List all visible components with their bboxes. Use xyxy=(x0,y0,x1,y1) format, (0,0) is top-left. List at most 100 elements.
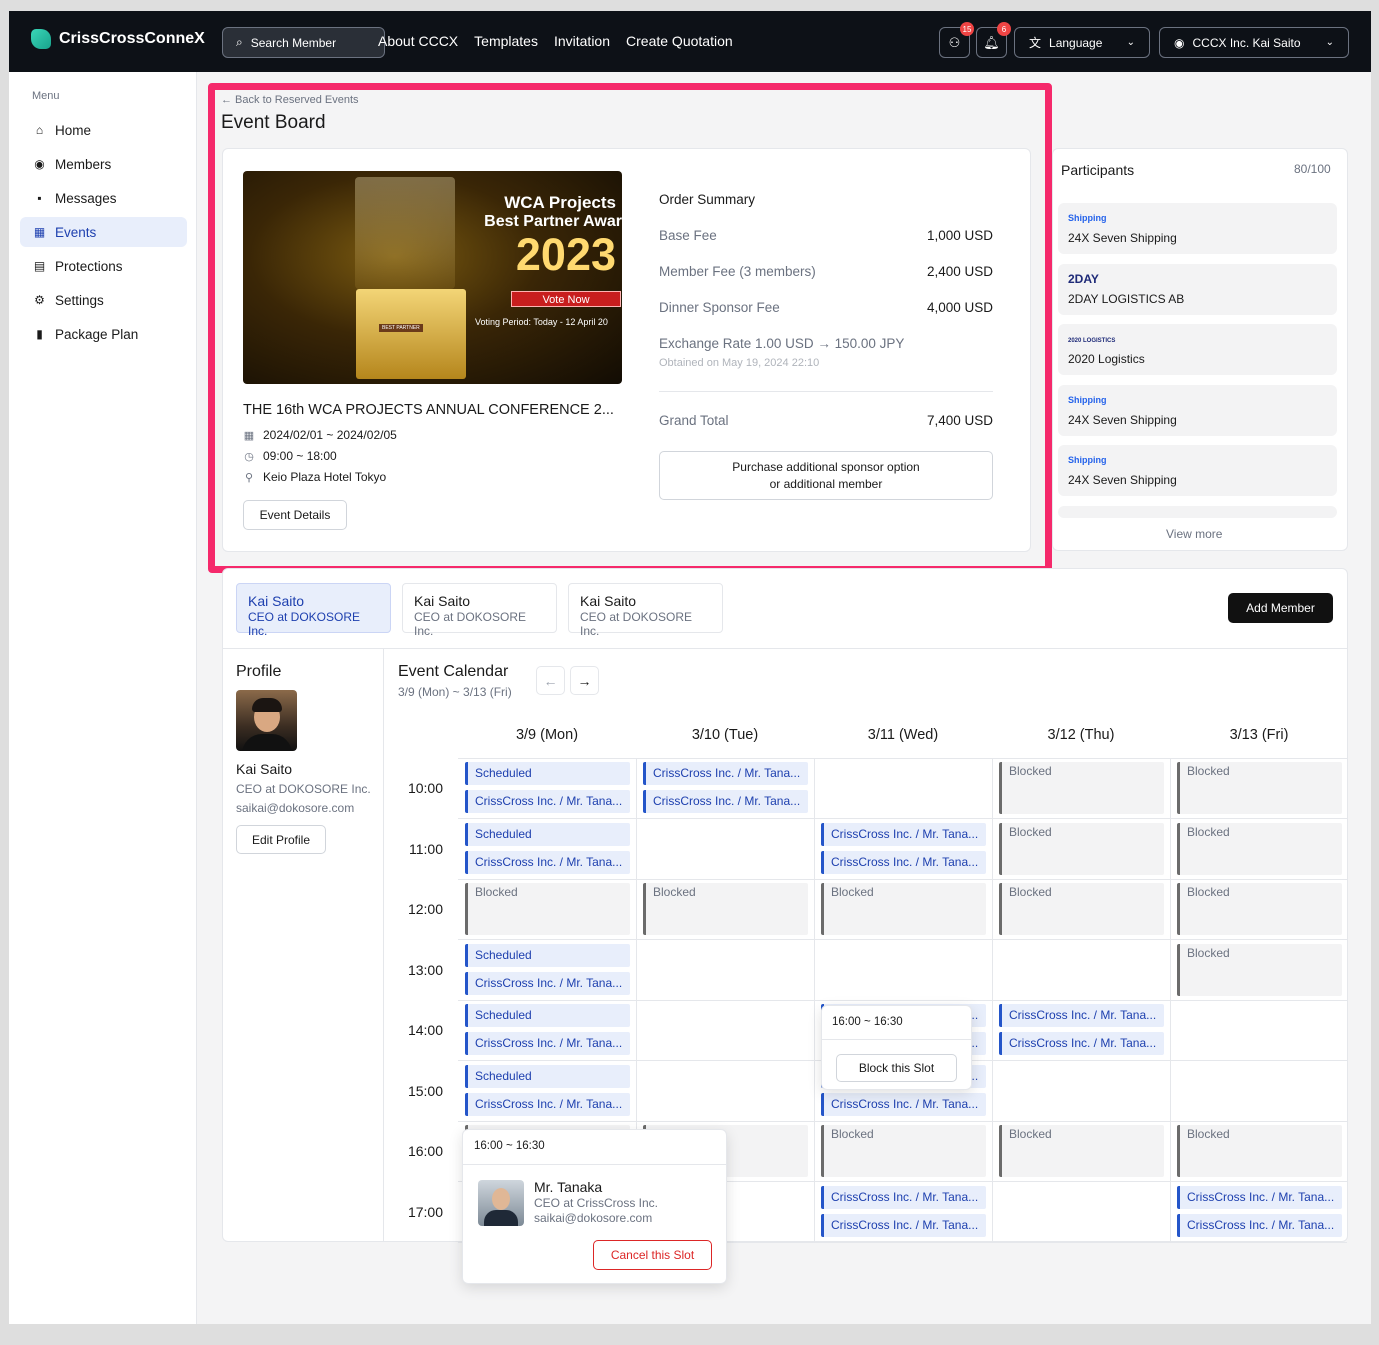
sidebar-item-members[interactable]: ◉ Members xyxy=(20,149,187,179)
participant-item[interactable]: 2020 LOGISTICS 2020 Logistics xyxy=(1058,324,1337,375)
language-label: Language xyxy=(1049,35,1103,50)
cancel-slot-button[interactable]: Cancel this Slot xyxy=(593,1240,712,1270)
booking-slot[interactable]: CrissCross Inc. / Mr. Tana... xyxy=(999,1004,1164,1027)
calendar-range: 3/9 (Mon) ~ 3/13 (Fri) xyxy=(398,685,512,699)
booking-slot[interactable]: CrissCross Inc. / Mr. Tana... xyxy=(1177,1214,1342,1237)
grid-line xyxy=(458,939,1347,940)
participant-logo: Shipping xyxy=(1068,455,1107,465)
member-tab[interactable]: Kai Saito CEO at DOKOSORE Inc. xyxy=(402,583,557,638)
translate-icon: 文 xyxy=(1029,36,1042,50)
bell-icon: 🔔︎ xyxy=(983,34,1000,50)
blocked-slot[interactable]: Blocked xyxy=(465,883,630,935)
account-dropdown[interactable]: ◉ CCCX Inc. Kai Saito ⌄ xyxy=(1159,27,1349,58)
brand-logo[interactable]: CrissCrossConneX xyxy=(31,29,205,49)
messages-icon: ▪ xyxy=(37,191,42,205)
scheduled-slot[interactable]: Scheduled xyxy=(465,944,630,967)
scheduled-slot[interactable]: Scheduled xyxy=(465,1065,630,1088)
blocked-slot[interactable]: Blocked xyxy=(821,1125,986,1177)
blocked-slot[interactable]: Blocked xyxy=(643,883,808,935)
brand-mark-icon xyxy=(31,29,51,49)
sidebar-item-events[interactable]: ▦ Events xyxy=(20,217,187,247)
booking-slot[interactable]: CrissCross Inc. / Mr. Tana... xyxy=(821,823,986,846)
participant-item[interactable]: Shipping 24X Seven Shipping xyxy=(1058,203,1337,254)
home-icon: ⌂ xyxy=(35,123,44,137)
contact-avatar-body xyxy=(484,1210,518,1226)
view-more-link[interactable]: View more xyxy=(1166,527,1222,541)
blocked-slot[interactable]: Blocked xyxy=(1177,944,1342,996)
sidebar-item-protections[interactable]: ▤ Protections xyxy=(20,251,187,281)
sidebar-item-label: Events xyxy=(55,224,97,240)
booking-slot[interactable]: CrissCross Inc. / Mr. Tana... xyxy=(821,1093,986,1116)
handshake-icon: ⚇ xyxy=(948,34,961,50)
block-slot-button[interactable]: Block this Slot xyxy=(836,1054,957,1082)
booking-slot[interactable]: CrissCross Inc. / Mr. Tana... xyxy=(465,1032,630,1055)
blocked-slot[interactable]: Blocked xyxy=(999,883,1164,935)
blocked-slot[interactable]: Blocked xyxy=(821,883,986,935)
participant-item[interactable]: Shipping 24X Seven Shipping xyxy=(1058,385,1337,436)
booking-slot[interactable]: CrissCross Inc. / Mr. Tana... xyxy=(821,851,986,874)
participant-item[interactable]: 2DAY 2DAY LOGISTICS AB xyxy=(1058,264,1337,315)
blocked-slot[interactable]: Blocked xyxy=(1177,1125,1342,1177)
language-dropdown[interactable]: 文 Language ⌄ xyxy=(1014,27,1150,58)
package-icon: ▮ xyxy=(36,327,43,341)
divider xyxy=(222,648,1348,649)
blocked-slot[interactable]: Blocked xyxy=(1177,823,1342,875)
notifications-button[interactable]: 🔔︎ 6 xyxy=(976,22,1011,58)
search-member-button[interactable]: ⌕ Search Member xyxy=(222,27,385,58)
booking-slot[interactable]: CrissCross Inc. / Mr. Tana... xyxy=(465,1093,630,1116)
blocked-slot[interactable]: Blocked xyxy=(999,1125,1164,1177)
booking-slot[interactable]: CrissCross Inc. / Mr. Tana... xyxy=(643,762,808,785)
popup-time: 16:00 ~ 16:30 xyxy=(832,1016,903,1028)
nav-templates[interactable]: Templates xyxy=(474,33,538,49)
next-week-button[interactable]: → xyxy=(570,666,599,695)
booking-slot[interactable]: CrissCross Inc. / Mr. Tana... xyxy=(821,1186,986,1209)
booking-slot[interactable]: CrissCross Inc. / Mr. Tana... xyxy=(643,790,808,813)
participant-item[interactable]: Shipping 24X Seven Shipping xyxy=(1058,445,1337,496)
time-label: 13:00 xyxy=(407,962,443,978)
booking-slot[interactable]: CrissCross Inc. / Mr. Tana... xyxy=(821,1214,986,1237)
prev-week-button[interactable]: ← xyxy=(536,666,565,695)
messages-button[interactable]: ⚇ 15 xyxy=(939,22,974,58)
blocked-slot[interactable]: Blocked xyxy=(999,823,1164,875)
nav-create-quotation[interactable]: Create Quotation xyxy=(626,33,733,49)
member-tab[interactable]: Kai Saito CEO at DOKOSORE Inc. xyxy=(568,583,723,638)
booking-slot[interactable]: CrissCross Inc. / Mr. Tana... xyxy=(999,1032,1164,1055)
participant-logo: 2020 LOGISTICS xyxy=(1068,338,1116,344)
scheduled-slot[interactable]: Scheduled xyxy=(465,823,630,846)
search-icon: ⌕ xyxy=(236,35,243,49)
grid-line xyxy=(1170,758,1171,1242)
blocked-slot[interactable]: Blocked xyxy=(1177,762,1342,814)
profile-email: saikai@dokosore.com xyxy=(236,801,355,815)
booking-slot[interactable]: CrissCross Inc. / Mr. Tana... xyxy=(1177,1186,1342,1209)
contact-role: CEO at CrissCross Inc. xyxy=(534,1196,659,1210)
nav-invitation[interactable]: Invitation xyxy=(554,33,610,49)
sidebar-item-messages[interactable]: ▪ Messages xyxy=(20,183,187,213)
add-member-button[interactable]: Add Member xyxy=(1228,593,1333,623)
contact-email: saikai@dokosore.com xyxy=(534,1211,653,1225)
block-slot-popup: 16:00 ~ 16:30 Block this Slot xyxy=(821,1005,972,1090)
booking-slot[interactable]: CrissCross Inc. / Mr. Tana... xyxy=(465,972,630,995)
sidebar-item-settings[interactable]: ⚙ Settings xyxy=(20,285,187,315)
day-header: 3/9 (Mon) xyxy=(515,727,579,743)
grid-line xyxy=(458,1000,1347,1001)
scheduled-slot[interactable]: Scheduled xyxy=(465,1004,630,1027)
blocked-slot[interactable]: Blocked xyxy=(999,762,1164,814)
nav-about[interactable]: About CCCX xyxy=(378,33,458,49)
grid-line xyxy=(992,758,993,1242)
sidebar-item-home[interactable]: ⌂ Home xyxy=(20,115,187,145)
booking-slot[interactable]: CrissCross Inc. / Mr. Tana... xyxy=(465,790,630,813)
sidebar-item-label: Protections xyxy=(55,258,123,274)
sidebar-item-package-plan[interactable]: ▮ Package Plan xyxy=(20,319,187,349)
slot-detail-popup: 16:00 ~ 16:30 Mr. Tanaka CEO at CrissCro… xyxy=(462,1129,727,1284)
edit-profile-button[interactable]: Edit Profile xyxy=(236,825,326,854)
scheduled-slot[interactable]: Scheduled xyxy=(465,762,630,785)
popup-time: 16:00 ~ 16:30 xyxy=(474,1140,545,1152)
booking-slot[interactable]: CrissCross Inc. / Mr. Tana... xyxy=(465,851,630,874)
sidebar-item-label: Messages xyxy=(55,190,117,206)
blocked-slot[interactable]: Blocked xyxy=(1177,883,1342,935)
search-member-label: Search Member xyxy=(250,35,337,50)
member-tab[interactable]: Kai Saito CEO at DOKOSORE Inc. xyxy=(236,583,391,638)
member-tab-role: CEO at DOKOSORE Inc. xyxy=(580,610,693,638)
time-label: 12:00 xyxy=(407,901,443,917)
time-label: 15:00 xyxy=(407,1083,443,1099)
